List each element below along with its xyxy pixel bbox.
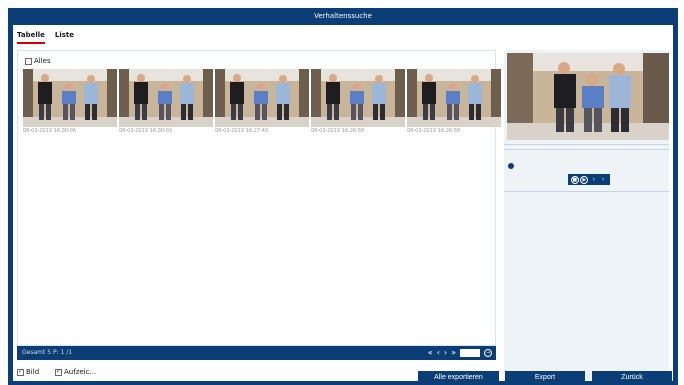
- thumbnail-item[interactable]: 08-03-2019 16:26:58: [311, 69, 405, 134]
- select-all-checkbox[interactable]: Alles: [25, 57, 51, 65]
- results-panel: Alles 08-03-2019 16:30:06 08-03-2019 16:3…: [17, 50, 501, 346]
- go-page-button[interactable]: →: [484, 349, 492, 357]
- prev-page-button[interactable]: ‹: [437, 348, 440, 358]
- thumbnail-item[interactable]: 08-03-2019 16:27:43: [215, 69, 309, 134]
- play-button[interactable]: ▶: [580, 175, 589, 184]
- tab-tabelle[interactable]: Tabelle: [17, 30, 45, 44]
- scene-icon: [119, 69, 213, 127]
- export-all-button[interactable]: Alle exportieren: [418, 371, 499, 385]
- previous-button[interactable]: ‹: [590, 176, 598, 184]
- scene-icon: [407, 69, 501, 127]
- page-total-text: Gesamt 5 P: 1 /1: [22, 349, 73, 356]
- dialog-window: Verhaltenssuche Tabelle Liste Alles 08-0…: [8, 8, 678, 385]
- page-number-input[interactable]: [460, 349, 480, 357]
- close-button[interactable]: [667, 8, 678, 19]
- stop-button[interactable]: ■: [570, 175, 579, 184]
- thumbnail-image[interactable]: [23, 69, 117, 127]
- preview-scene-icon: [507, 53, 669, 140]
- thumbnail-timestamp: 08-03-2019 16:30:03: [119, 128, 173, 134]
- export-button[interactable]: Export: [505, 371, 585, 385]
- thumbnail-item[interactable]: 08-03-2019 16:30:03: [119, 69, 213, 134]
- back-button[interactable]: Zurück: [592, 371, 672, 385]
- thumbnail-image[interactable]: [215, 69, 309, 127]
- scene-icon: [311, 69, 405, 127]
- thumbnail-timestamp: 08-03-2019 16:30:06: [23, 128, 77, 134]
- scene-icon: [215, 69, 309, 127]
- thumbnail-image[interactable]: [407, 69, 501, 127]
- thumbnail-timestamp: 08-03-2019 16:26:58: [407, 128, 461, 134]
- thumbnail-grid: 08-03-2019 16:30:06 08-03-2019 16:30:03 08…: [23, 69, 501, 134]
- recording-option[interactable]: ✓ Aufzeic...: [55, 368, 96, 376]
- pagination-bar: Gesamt 5 P: 1 /1 « ‹ › » →: [17, 346, 496, 360]
- playback-controls: ■ ▶ ‹ ›: [568, 174, 610, 185]
- preview-image: [507, 53, 669, 140]
- checkbox-icon[interactable]: ✓: [55, 368, 62, 376]
- thumbnail-item[interactable]: 08-03-2019 16:30:06: [23, 69, 117, 134]
- tab-liste[interactable]: Liste: [55, 30, 74, 44]
- picture-option[interactable]: ✓ Bild: [17, 368, 39, 376]
- view-tabs: Tabelle Liste: [17, 30, 74, 44]
- recording-label: Aufzeic...: [64, 368, 97, 376]
- checkbox-icon[interactable]: ✓: [17, 368, 24, 376]
- timeline-marker[interactable]: [508, 163, 514, 169]
- picture-label: Bild: [26, 368, 40, 376]
- preview-panel: ■ ▶ ‹ ›: [504, 50, 669, 380]
- checkbox-icon[interactable]: [25, 57, 32, 65]
- dialog-content: Tabelle Liste Alles 08-03-2019 16:30:06 0…: [13, 25, 673, 385]
- divider: [504, 149, 669, 150]
- last-page-button[interactable]: »: [451, 348, 456, 358]
- window-title: Verhaltenssuche: [314, 12, 372, 20]
- next-page-button[interactable]: ›: [444, 348, 447, 358]
- thumbnail-timestamp: 08-03-2019 16:26:58: [311, 128, 365, 134]
- first-page-button[interactable]: «: [428, 348, 433, 358]
- divider: [504, 144, 669, 145]
- thumbnail-item[interactable]: 08-03-2019 16:26:58: [407, 69, 501, 134]
- next-button[interactable]: ›: [599, 176, 607, 184]
- select-all-label: Alles: [34, 57, 51, 65]
- thumbnail-image[interactable]: [119, 69, 213, 127]
- thumbnail-image[interactable]: [311, 69, 405, 127]
- pagination-controls: « ‹ › » →: [428, 348, 492, 358]
- thumbnail-timestamp: 08-03-2019 16:27:43: [215, 128, 269, 134]
- divider: [504, 191, 669, 192]
- scene-icon: [23, 69, 117, 127]
